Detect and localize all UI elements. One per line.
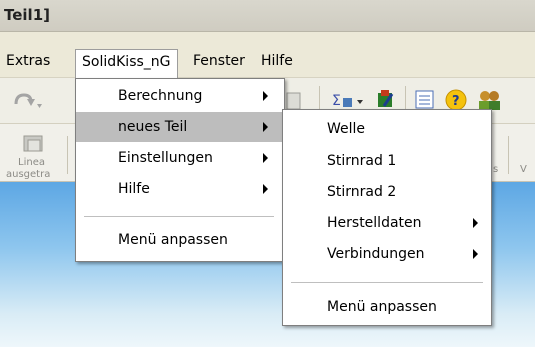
menu-item-label: Menü anpassen bbox=[327, 299, 437, 315]
menu-item-label: Stirnrad 2 bbox=[327, 184, 397, 200]
menu-item-einstellungen[interactable]: Einstellungen bbox=[76, 143, 284, 173]
menu-hilfe[interactable]: Hilfe bbox=[255, 49, 299, 74]
menu-item-hilfe[interactable]: Hilfe bbox=[76, 174, 284, 204]
menu-item-label: Einstellungen bbox=[118, 150, 213, 166]
submenu-item-stirnrad-1[interactable]: Stirnrad 1 bbox=[283, 146, 491, 176]
svg-text:?: ? bbox=[452, 94, 460, 109]
svg-text:Σ: Σ bbox=[332, 93, 341, 109]
right-label-v: V bbox=[520, 164, 527, 175]
submenu-item-welle[interactable]: Welle bbox=[283, 114, 491, 144]
menu-item-label: Verbindungen bbox=[327, 246, 425, 262]
menu-item-berechnung[interactable]: Berechnung bbox=[76, 81, 284, 111]
submenu-arrow-icon bbox=[263, 122, 268, 132]
right-label-s: s bbox=[493, 164, 499, 175]
menu-fenster[interactable]: Fenster bbox=[187, 49, 251, 74]
submenu-arrow-icon bbox=[263, 153, 268, 163]
submenu-item-stirnrad-2[interactable]: Stirnrad 2 bbox=[283, 177, 491, 207]
menu-item-label: Hilfe bbox=[118, 181, 150, 197]
redo-icon[interactable] bbox=[12, 90, 42, 114]
menu-item-label: Herstelldaten bbox=[327, 215, 422, 231]
submenu-arrow-icon bbox=[473, 249, 478, 259]
submenu-item-herstelldaten[interactable]: Herstelldaten bbox=[283, 208, 491, 238]
linear-label-bottom: ausgetra bbox=[6, 169, 51, 180]
menu-item-label: Stirnrad 1 bbox=[327, 153, 397, 169]
toolbar-separator bbox=[67, 136, 68, 174]
menu-divider bbox=[291, 282, 483, 283]
menu-extras[interactable]: Extras bbox=[0, 49, 56, 74]
linear-label-top: Linea bbox=[18, 157, 45, 168]
extrude-icon[interactable] bbox=[20, 132, 46, 158]
window-titlebar: Teil1] bbox=[0, 0, 535, 32]
menu-item-label: Welle bbox=[327, 121, 366, 137]
menu-item-menue-anpassen[interactable]: Menü anpassen bbox=[76, 225, 284, 255]
toolbar-separator bbox=[508, 136, 509, 174]
solidkiss-menu: Berechnung neues Teil Einstellungen Hilf… bbox=[75, 78, 285, 262]
submenu-arrow-icon bbox=[473, 218, 478, 228]
submenu-item-verbindungen[interactable]: Verbindungen bbox=[283, 239, 491, 269]
menubar: Extras SolidKiss_nG Fenster Hilfe bbox=[0, 44, 535, 79]
menu-item-neues-teil[interactable]: neues Teil bbox=[76, 112, 284, 142]
submenu-arrow-icon bbox=[263, 184, 268, 194]
window-title: Teil1] bbox=[4, 6, 50, 24]
menu-solidkiss[interactable]: SolidKiss_nG bbox=[75, 49, 178, 79]
menu-item-label: Berechnung bbox=[118, 88, 203, 104]
submenu-arrow-icon bbox=[263, 91, 268, 101]
neues-teil-submenu: Welle Stirnrad 1 Stirnrad 2 Herstelldate… bbox=[282, 109, 492, 326]
menu-item-label: Menü anpassen bbox=[118, 232, 228, 248]
menu-item-label: neues Teil bbox=[118, 119, 188, 135]
submenu-item-menue-anpassen[interactable]: Menü anpassen bbox=[283, 292, 491, 322]
menu-divider bbox=[84, 216, 274, 217]
